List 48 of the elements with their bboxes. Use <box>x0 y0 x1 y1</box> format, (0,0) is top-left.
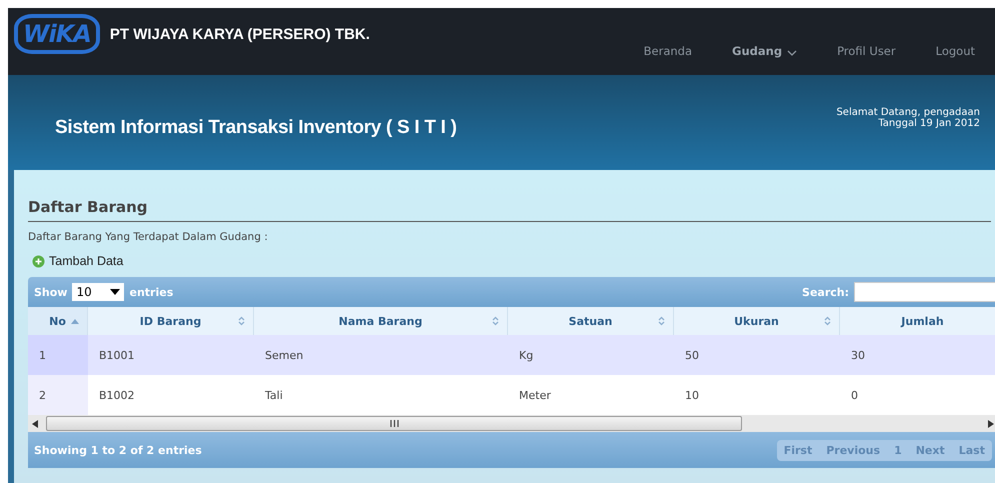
show-label: Show <box>34 286 68 298</box>
add-data-link[interactable]: Tambah Data <box>32 254 124 268</box>
column-label: Jumlah <box>901 314 944 328</box>
column-label: ID Barang <box>140 314 202 328</box>
column-label: No <box>49 314 66 328</box>
table-cell-text: B1001 <box>98 348 136 364</box>
greeting-text: Selamat Datang, pengadaan <box>836 106 980 118</box>
search-field[interactable] <box>854 282 995 302</box>
page-size-select[interactable]: 10 <box>72 283 124 301</box>
table-cell-text: B1002 <box>98 388 136 404</box>
table-cell-text: Kg <box>518 348 534 364</box>
sort-icon <box>492 316 499 326</box>
table-cell: 1 <box>28 335 88 375</box>
company-name: PT WIJAYA KARYA (PERSERO) TBK. <box>110 26 370 42</box>
column-label: Satuan <box>568 314 612 328</box>
entries-info: Showing 1 to 2 of 2 entries <box>34 444 202 456</box>
grip-icon <box>390 420 398 427</box>
sort-icon <box>238 316 245 326</box>
nav-link[interactable]: Profil User <box>817 44 916 58</box>
table-cell-text: Semen <box>264 348 304 364</box>
sort-up-icon <box>71 318 79 324</box>
logo: WiKA <box>14 14 100 54</box>
table-cell-text: Meter <box>518 388 552 404</box>
nav-link[interactable]: Logout <box>916 44 995 58</box>
sort-icon <box>658 316 665 326</box>
scroll-right-icon <box>988 420 994 428</box>
nav-link[interactable]: Beranda <box>624 44 712 58</box>
plus-circle-icon <box>32 254 45 268</box>
search-label: Search: <box>802 286 849 298</box>
table-cell-text: 30 <box>850 348 866 364</box>
column-label: Ukuran <box>734 314 779 328</box>
page-title: Daftar Barang <box>28 198 991 222</box>
page-description: Daftar Barang Yang Terdapat Dalam Gudang : <box>28 231 269 243</box>
column-header[interactable]: No <box>28 307 88 335</box>
sort-icon <box>824 316 831 326</box>
nav-link[interactable]: Gudang <box>712 44 818 58</box>
app-title: Sistem Informasi Transaksi Inventory ( S I T I ) <box>55 116 457 138</box>
column-label: Nama Barang <box>338 314 422 328</box>
table-cell-text: Tali <box>264 388 284 404</box>
scroll-left-icon <box>32 420 38 428</box>
table-cell-text: 10 <box>684 388 700 404</box>
table-cell: 2 <box>28 375 88 415</box>
horizontal-scrollbar[interactable] <box>28 415 995 432</box>
table-cell-text: 50 <box>684 348 700 364</box>
date-text: Tanggal 19 Jan 2012 <box>878 118 980 128</box>
entries-label: entries <box>129 286 174 298</box>
table-cell-text: 0 <box>850 388 859 404</box>
dropdown-arrow-icon <box>110 289 120 295</box>
